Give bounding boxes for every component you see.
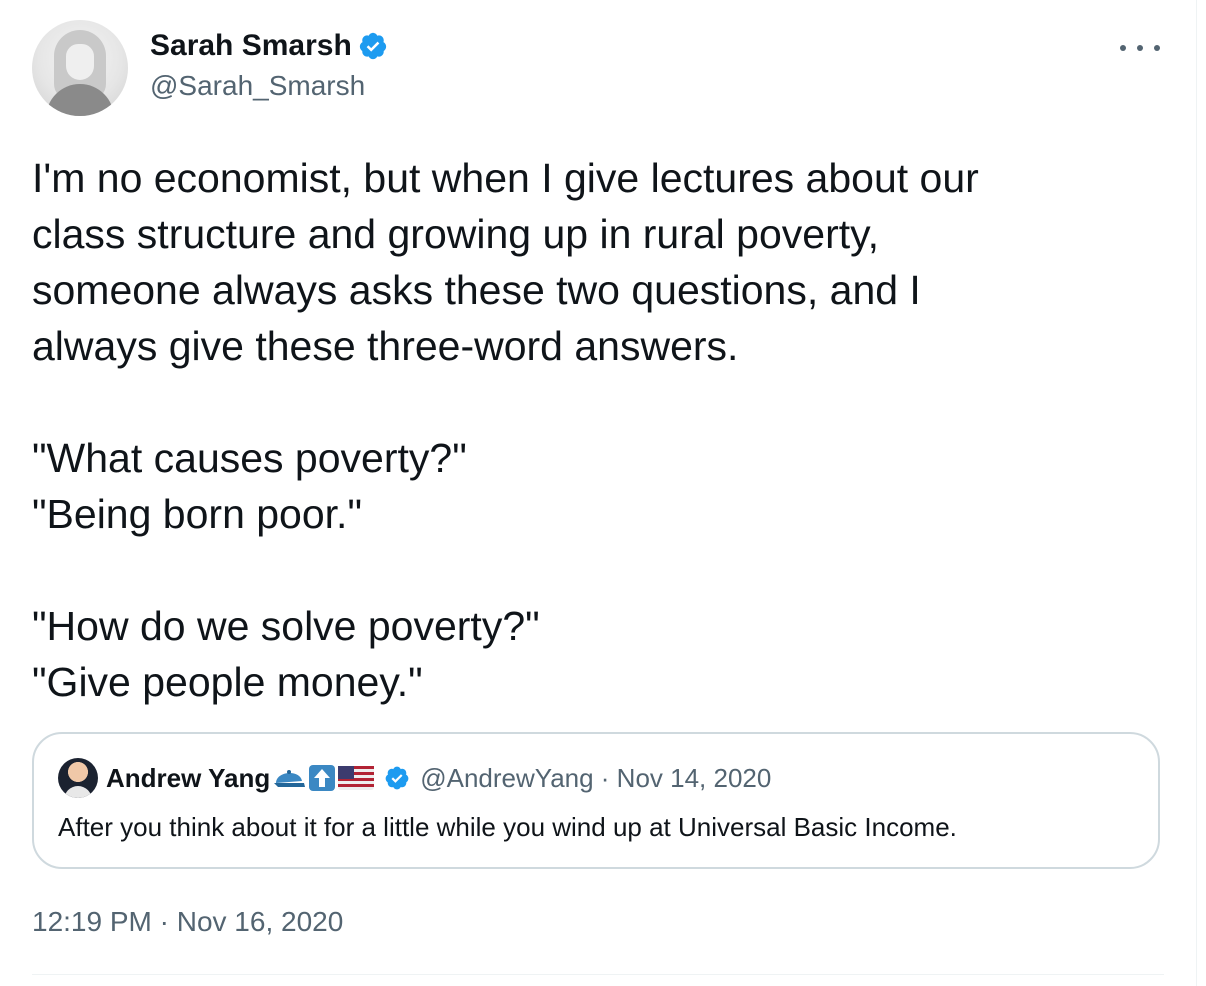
quoted-author-avatar [58, 758, 98, 798]
quoted-tweet-header: Andrew Yang @AndrewYang · Nov 14, 2020 [58, 758, 771, 798]
us-flag-emoji-icon [338, 766, 375, 790]
quoted-tweet-text: After you think about it for a little wh… [58, 812, 957, 842]
quoted-handle-date: @AndrewYang · Nov 14, 2020 [420, 763, 772, 793]
verified-badge-icon [359, 32, 386, 60]
quoted-author-name: Andrew Yang [106, 763, 271, 793]
quoted-verified-badge-icon [385, 766, 409, 790]
tweet-timestamp[interactable]: 12:19 PM · Nov 16, 2020 [32, 904, 343, 940]
quoted-tweet-card[interactable]: Andrew Yang @AndrewYang · Nov 14, 2020 A… [32, 732, 1160, 869]
tweet: Sarah Smarsh @Sarah_Smarsh I'm no econom… [32, 0, 1164, 986]
author-name-block[interactable]: Sarah Smarsh @Sarah_Smarsh [150, 28, 388, 104]
author-name-text[interactable]: Sarah Smarsh [150, 28, 352, 64]
tweet-text: I'm no economist, but when I give lectur… [32, 155, 979, 705]
up-arrow-emoji-icon [309, 765, 336, 791]
blue-cap-emoji-icon [274, 770, 306, 787]
author-display-name[interactable]: Sarah Smarsh [150, 28, 388, 64]
tweet-header: Sarah Smarsh @Sarah_Smarsh [32, 20, 1164, 116]
column-border [1196, 0, 1197, 986]
author-avatar[interactable] [32, 20, 128, 116]
author-handle[interactable]: @Sarah_Smarsh [150, 68, 388, 104]
more-options-icon[interactable] [1120, 36, 1160, 60]
divider [32, 974, 1164, 975]
